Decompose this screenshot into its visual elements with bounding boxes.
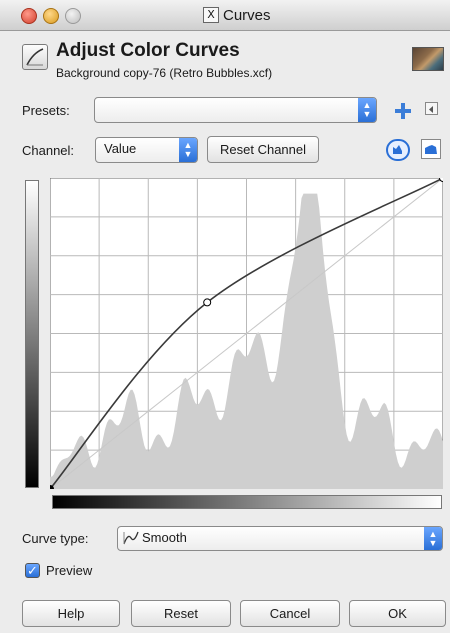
channel-label: Channel: xyxy=(22,143,75,158)
close-icon[interactable] xyxy=(21,8,37,24)
updown-arrow-icon: ▲ ▼ xyxy=(358,98,376,122)
curve-editor[interactable] xyxy=(46,174,447,493)
add-preset-icon[interactable] xyxy=(393,101,413,124)
cancel-button[interactable]: Cancel xyxy=(240,600,340,627)
image-thumbnail xyxy=(412,47,444,71)
help-button[interactable]: Help xyxy=(22,600,120,627)
title-bar: X Curves xyxy=(0,0,450,31)
curve-type-label: Curve type: xyxy=(22,531,89,546)
reset-channel-button[interactable]: Reset Channel xyxy=(207,136,319,163)
output-gradient-bar xyxy=(25,180,39,488)
window-title: Curves xyxy=(223,7,271,24)
curves-window: X Curves Adjust Color Curves Background … xyxy=(0,0,450,633)
ok-button[interactable]: OK xyxy=(349,600,446,627)
channel-value: Value xyxy=(104,141,137,156)
linear-histogram-icon[interactable] xyxy=(386,139,410,161)
updown-arrow-icon: ▲ ▼ xyxy=(179,138,197,162)
minimize-icon[interactable] xyxy=(43,8,59,24)
preview-label: Preview xyxy=(46,563,93,578)
zoom-icon[interactable] xyxy=(65,8,81,24)
smooth-curve-icon xyxy=(123,531,139,548)
presets-label: Presets: xyxy=(22,103,70,118)
log-histogram-icon[interactable] xyxy=(421,139,441,159)
curve-type-value: Smooth xyxy=(142,530,187,545)
presets-combo[interactable]: ▲ ▼ xyxy=(94,97,377,123)
curve-control-point[interactable] xyxy=(203,298,212,307)
channel-combo[interactable]: Value ▲ ▼ xyxy=(95,137,198,163)
updown-arrow-icon: ▲ ▼ xyxy=(424,527,442,550)
input-gradient-bar xyxy=(52,495,442,509)
preview-checkbox[interactable]: ✓ xyxy=(25,563,40,579)
dialog-title: Adjust Color Curves xyxy=(56,40,240,61)
x11-icon: X xyxy=(203,7,219,23)
curves-tool-icon xyxy=(22,44,48,70)
curve-type-combo[interactable]: Smooth ▲ ▼ xyxy=(117,526,443,551)
preset-menu-icon[interactable] xyxy=(425,102,438,115)
image-name: Background copy-76 (Retro Bubbles.xcf) xyxy=(56,66,273,80)
reset-button[interactable]: Reset xyxy=(131,600,231,627)
